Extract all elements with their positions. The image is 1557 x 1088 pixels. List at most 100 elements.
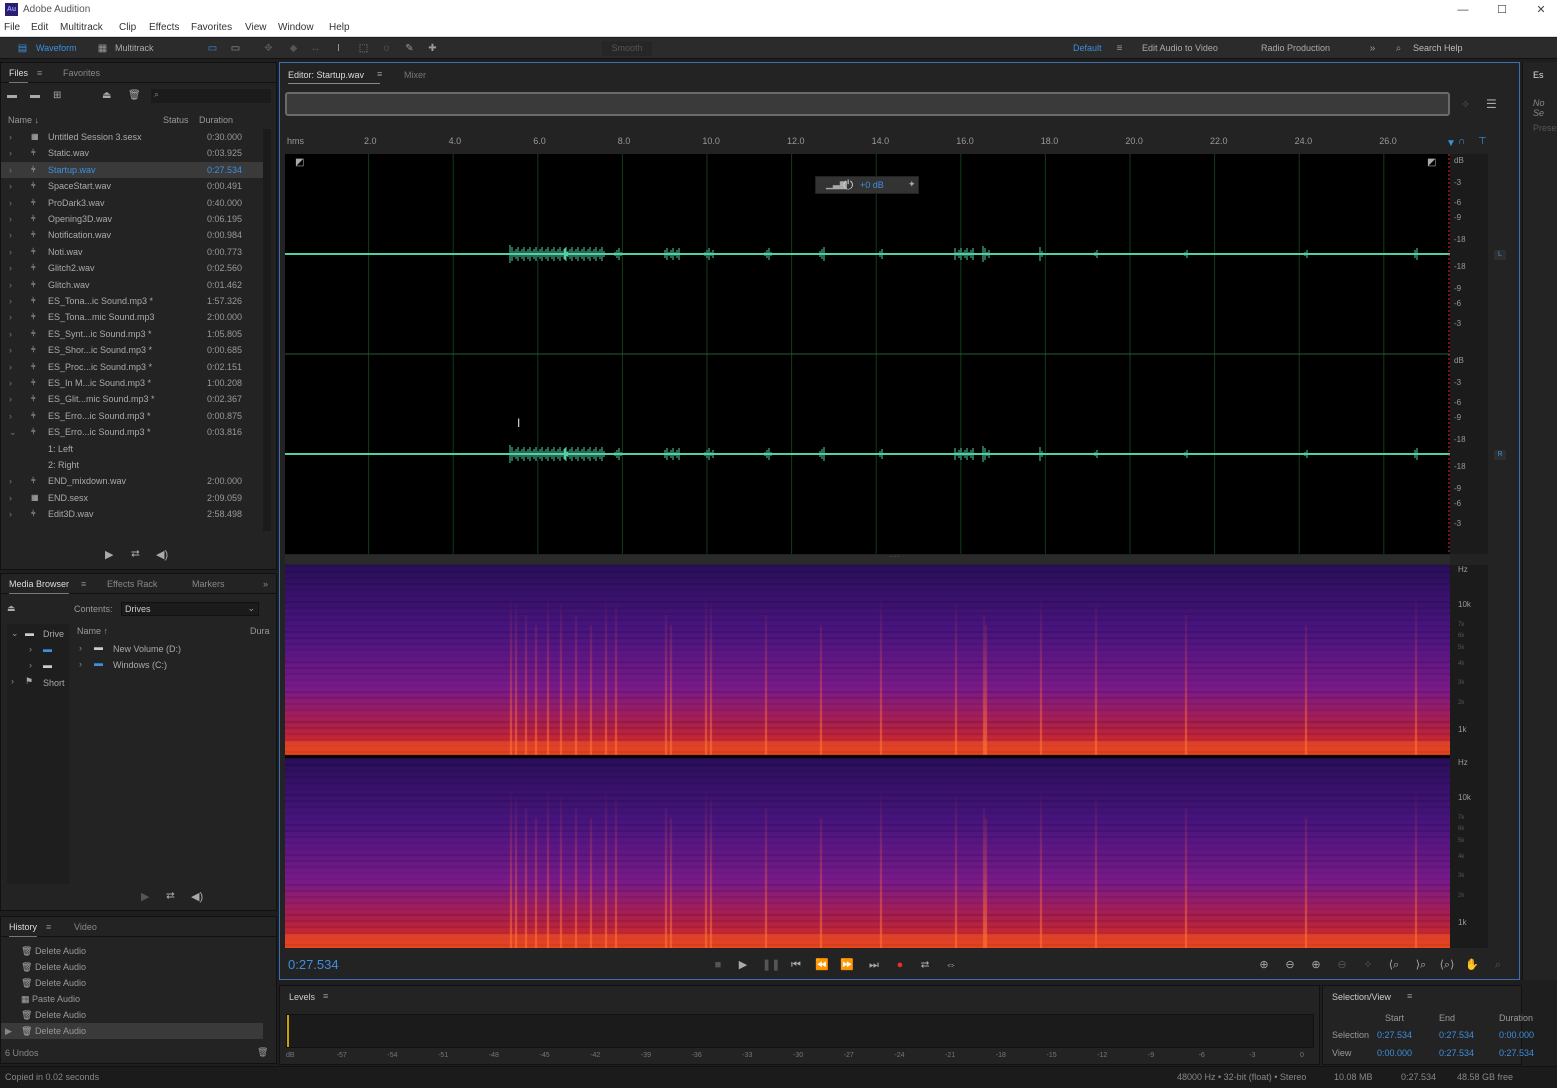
tab-media-browser[interactable]: Media Browser [9,579,70,594]
tree-shortcuts[interactable]: Short [43,678,65,688]
chevron-right-icon[interactable]: › [79,643,82,653]
file-row[interactable]: › ⫩ Static.wav 0:03.925 [1,145,263,161]
insert-into-multitrack-icon[interactable]: ⏏ [102,90,111,101]
chevron-right-icon[interactable]: › [29,660,32,670]
chevron-right-icon[interactable]: › [9,490,12,506]
file-row[interactable]: 1: Left [1,441,263,457]
file-row[interactable]: › ⫩ SpaceStart.wav 0:00.491 [1,178,263,194]
chevron-right-icon[interactable]: › [9,506,12,522]
selection-duration[interactable]: 0:00.000 [1499,1030,1534,1040]
chevron-right-icon[interactable]: › [9,211,12,227]
view-splitter[interactable]: ···· [285,552,1450,564]
chevron-right-icon[interactable]: › [9,375,12,391]
file-row[interactable]: › ⫩ ES_Tona...mic Sound.mp3 2:00.000 [1,309,263,325]
column-duration-header[interactable]: Duration [199,115,233,125]
move-tool-icon[interactable]: ✥ [262,42,275,55]
tab-effects-rack[interactable]: Effects Rack [107,579,157,589]
hz-scale[interactable]: Hz 10k 7k 6k 5k 4k 3k 2k 1k Hz 10k 7k 6k 5k 4k 3k 2k 1k [1450,565,1488,948]
column-status-header[interactable]: Status [163,115,189,125]
marquee-tool-icon[interactable]: ⬚ [357,42,370,55]
file-row[interactable]: › ⫩ ES_Erro...ic Sound.mp3 * 0:00.875 [1,408,263,424]
history-item-current[interactable]: 🗑 Delete Audio [1,1023,263,1039]
selection-view-menu-icon[interactable]: ≡ [1407,991,1412,1001]
media-item-new-volume[interactable]: New Volume (D:) [113,644,181,654]
history-item[interactable]: ▦ Paste Audio [21,991,80,1007]
chevron-down-icon[interactable]: ⌄ [9,424,17,440]
file-row[interactable]: › ⫩ ProDark3.wav 0:40.000 [1,195,263,211]
spectral-display-icon[interactable]: ▭ [229,42,242,55]
waveform-button[interactable]: Waveform [36,41,77,56]
chevron-right-icon[interactable]: › [29,644,32,654]
smooth-button[interactable]: Smooth [602,41,652,56]
chevron-right-icon[interactable]: › [9,195,12,211]
chevron-right-icon[interactable]: › [9,162,12,178]
new-file-icon[interactable]: ⊞ [53,90,61,101]
file-row[interactable]: › ⫩ END_mixdown.wav 2:00.000 [1,473,263,489]
channel-right-toggle[interactable]: R [1494,450,1506,460]
zoom-in-time-icon[interactable]: ⊕ [1308,957,1324,973]
play-icon[interactable]: ▶ [735,957,751,973]
tab-favorites[interactable]: Favorites [63,68,100,78]
clear-history-icon[interactable]: 🗑 [257,1047,268,1058]
history-item[interactable]: 🗑 Delete Audio [21,1007,86,1023]
chevron-right-icon[interactable]: › [9,227,12,243]
collapse-view-icon[interactable]: ◩ [1427,157,1436,168]
file-row[interactable]: › ⫩ ES_Proc...ic Sound.mp3 * 0:02.151 [1,359,263,375]
zoom-in-amplitude-icon[interactable]: ⊕ [1256,957,1272,973]
spectral-display[interactable] [285,565,1450,948]
file-row[interactable]: › ⫩ ES_Tona...ic Sound.mp3 * 1:57.326 [1,293,263,309]
file-row[interactable]: › ⫩ Notification.wav 0:00.984 [1,227,263,243]
loop-preview-icon[interactable]: ⮂ [166,890,175,903]
file-list-scrollbar[interactable] [263,129,271,531]
zoom-in-overview-icon[interactable]: ✧ [1461,98,1470,111]
chevron-right-icon[interactable]: › [9,145,12,161]
menu-multitrack[interactable]: Multitrack [60,22,103,33]
chevron-right-icon[interactable]: › [9,408,12,424]
chevron-right-icon[interactable]: › [9,244,12,260]
editor-menu-icon[interactable]: ≡ [377,69,382,79]
zoom-in-at-end-icon[interactable]: ⟩⌕ [1413,957,1429,973]
tab-editor[interactable]: Editor: Startup.wav [288,70,364,80]
menu-effects[interactable]: Effects [149,22,179,33]
maximize-icon[interactable]: ☐ [1487,1,1517,19]
razor-tool-icon[interactable]: ◆ [287,42,300,55]
play-preview-icon[interactable]: ▶ [105,548,113,561]
file-search-input[interactable]: ⌕ [151,89,271,103]
lasso-tool-icon[interactable]: ◌ [380,42,393,55]
close-icon[interactable]: ✕ [1526,1,1556,19]
history-item[interactable]: 🗑 Delete Audio [21,959,86,975]
media-item-windows[interactable]: Windows (C:) [113,660,167,670]
file-row[interactable]: › ⫩ ES_Shor...ic Sound.mp3 * 0:00.685 [1,342,263,358]
chevron-right-icon[interactable]: › [79,659,82,669]
history-item[interactable]: 🗑 Delete Audio [21,975,86,991]
tab-files[interactable]: Files [9,68,29,83]
file-row[interactable]: › ⫩ Opening3D.wav 0:06.195 [1,211,263,227]
files-panel-menu-icon[interactable]: ≡ [37,68,42,78]
workspace-radio-production[interactable]: Radio Production [1261,41,1330,56]
headphones-icon[interactable]: ∩ [1458,136,1465,147]
menu-clip[interactable]: Clip [119,22,136,33]
chevron-right-icon[interactable]: › [9,178,12,194]
minimize-icon[interactable]: — [1448,1,1478,19]
history-item[interactable]: 🗑 Delete Audio [21,943,86,959]
rewind-icon[interactable]: ⏪ [814,957,830,973]
chevron-right-icon[interactable]: › [9,326,12,342]
time-selection-tool-icon[interactable]: I [332,42,345,55]
file-row[interactable]: › ⫩ Edit3D.wav 2:58.498 [1,506,263,522]
go-to-end-icon[interactable]: ⏭ [866,957,882,973]
chevron-right-icon[interactable]: › [9,359,12,375]
view-duration[interactable]: 0:27.534 [1499,1048,1534,1058]
workspace-default[interactable]: Default [1073,41,1102,56]
selection-end[interactable]: 0:27.534 [1439,1030,1474,1040]
zoom-out-full-icon[interactable]: ⟨⌕⟩ [1439,957,1455,973]
history-menu-icon[interactable]: ≡ [46,922,51,932]
media-column-name[interactable]: Name ↑ [77,626,108,636]
file-row[interactable]: ⌄ ⫩ ES_Erro...ic Sound.mp3 * 0:03.816 [1,424,263,440]
workspace-edit-audio-to-video[interactable]: Edit Audio to Video [1142,41,1218,56]
time-ruler[interactable]: hms 2.0 4.0 6.0 8.0 10.0 12.0 14.0 16.0 18.0 20.0… [285,132,1450,154]
autoplay-icon[interactable]: ◀) [191,890,203,903]
import-icon[interactable]: ⏏ [7,603,16,614]
more-workspaces-icon[interactable]: » [1366,42,1379,55]
record-icon[interactable]: ● [892,957,908,973]
go-to-start-icon[interactable]: ⏮ [788,957,804,973]
